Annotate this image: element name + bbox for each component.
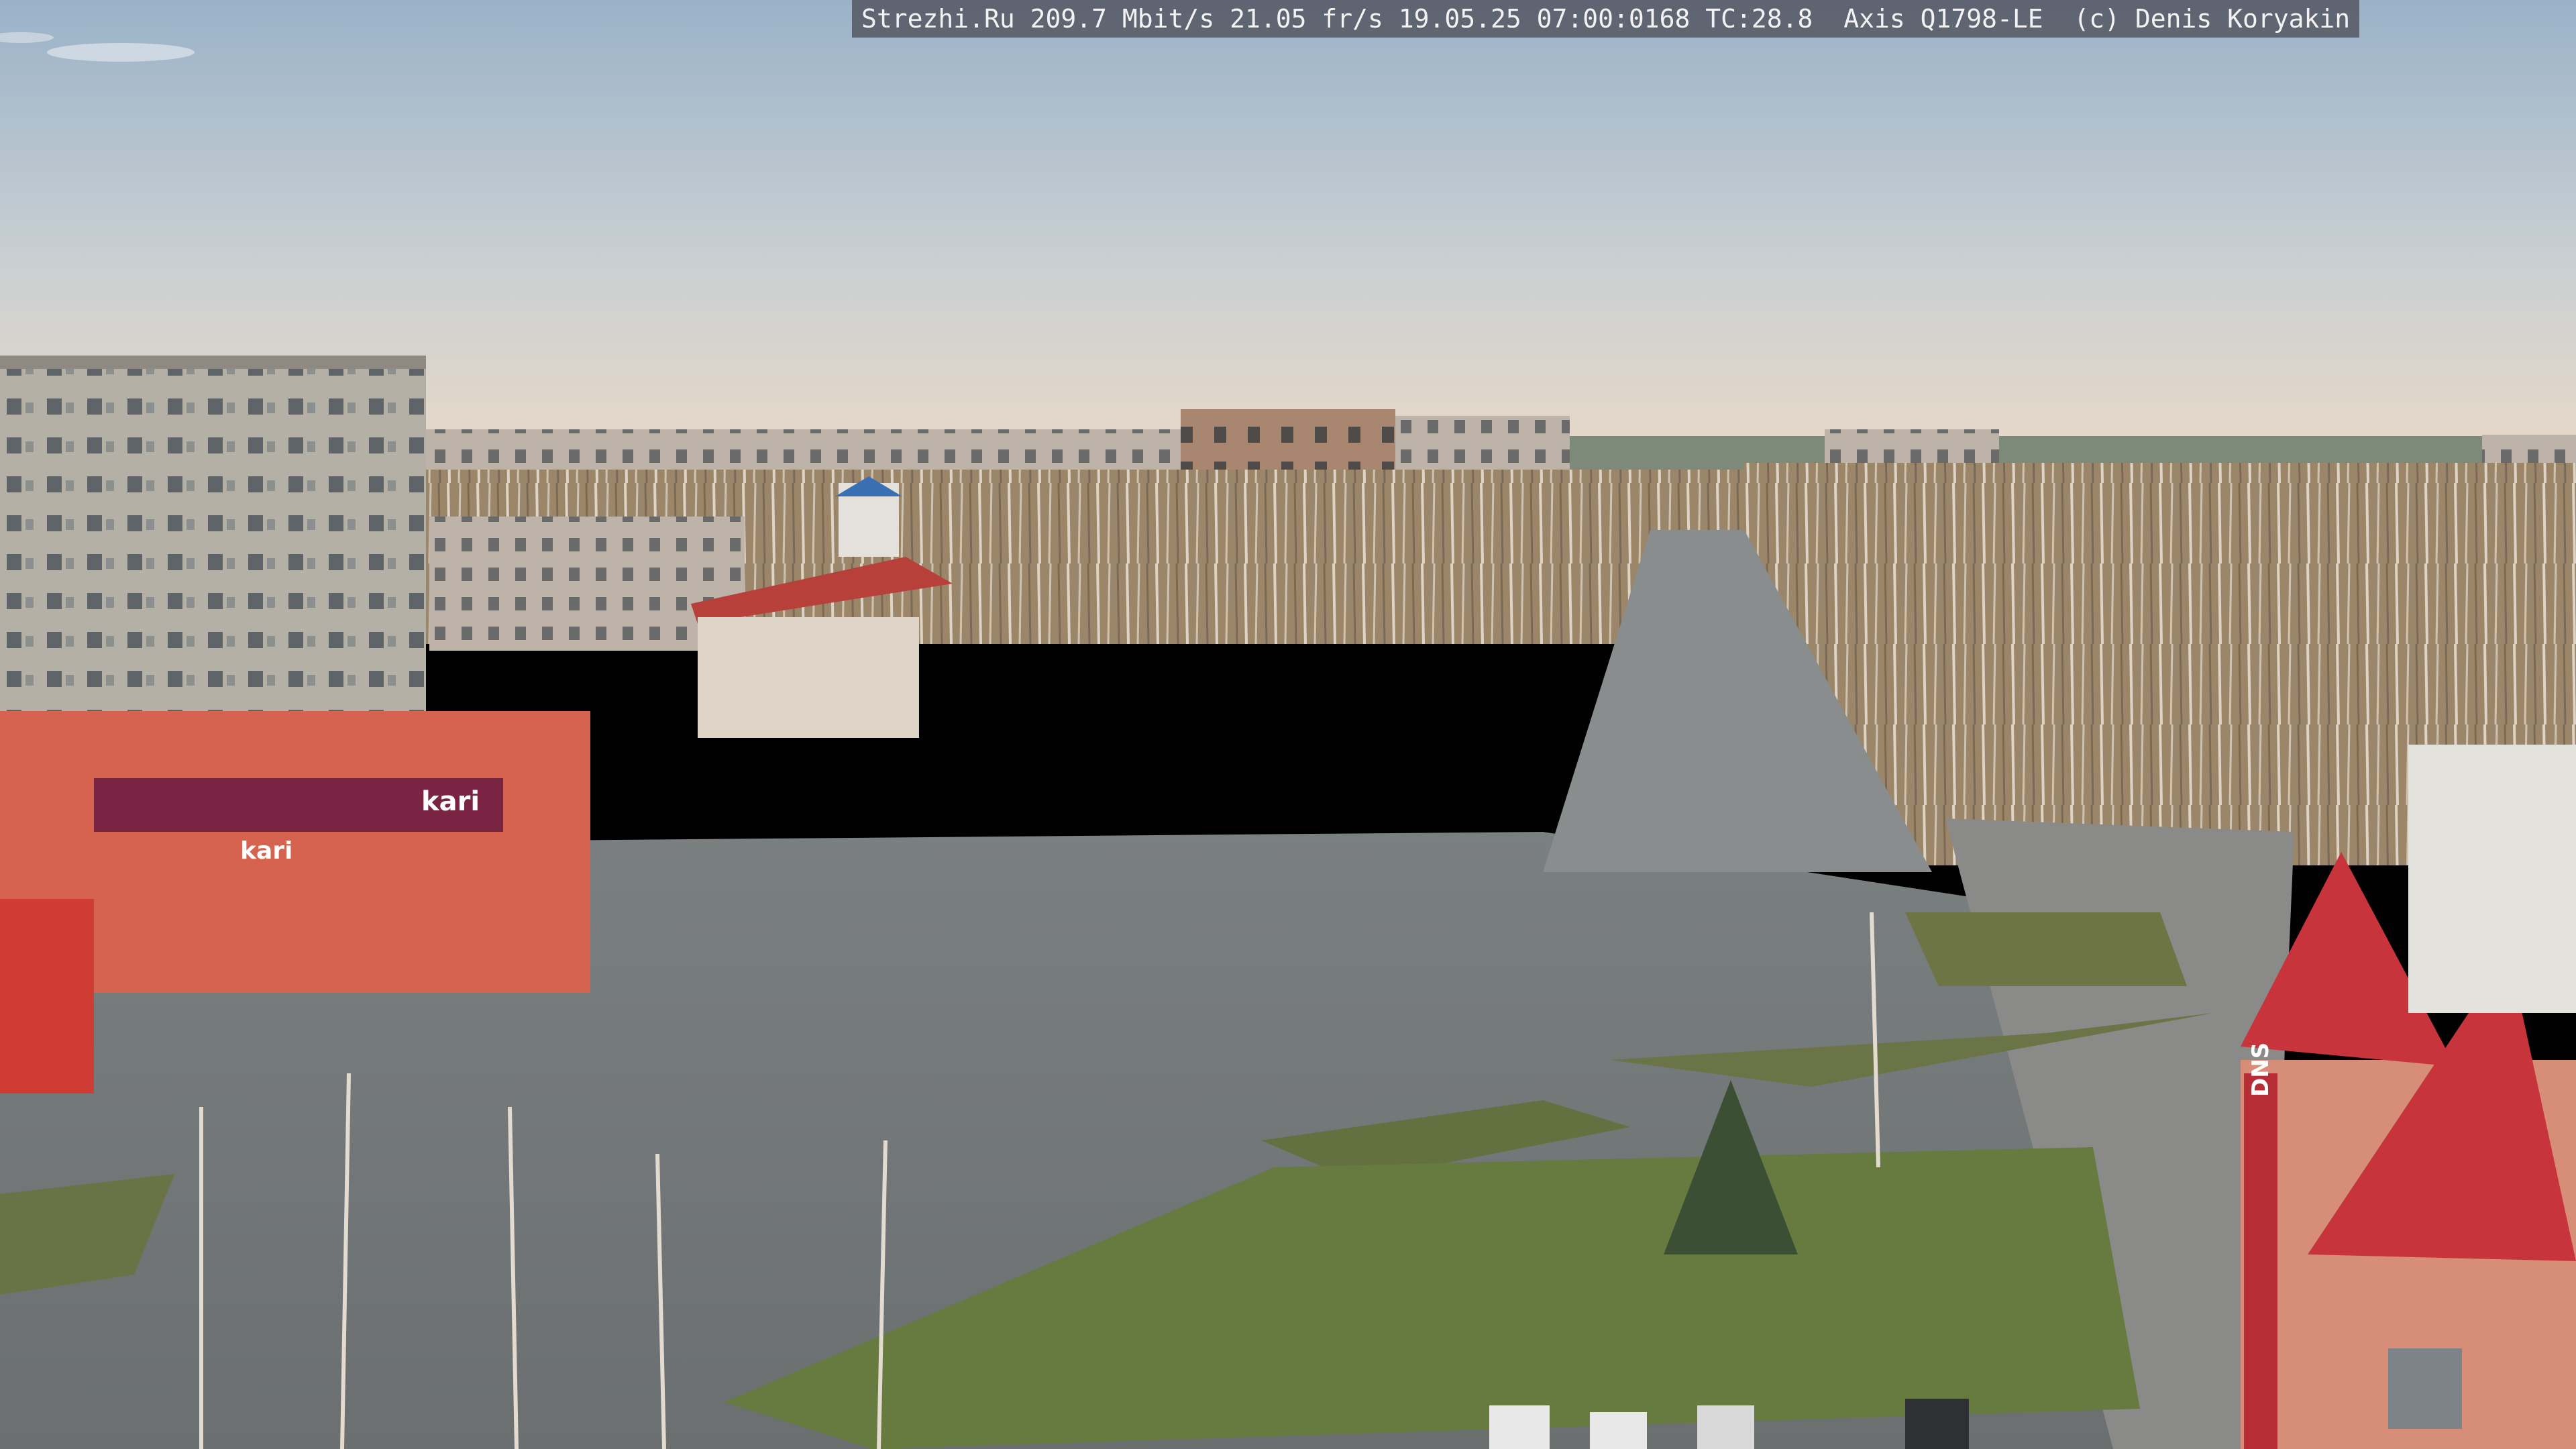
camera-overlay-text: Strezhi.Ru 209.7 Mbit/s 21.05 fr/s 19.05…	[852, 0, 2360, 38]
kari-sign-small: kari	[240, 837, 293, 865]
cloud	[47, 43, 195, 62]
red-roof-building	[698, 617, 919, 738]
webcam-scene	[0, 0, 2576, 1449]
dns-sign: DNS	[2247, 1042, 2274, 1097]
right-white-building	[2408, 745, 2576, 1013]
left-apartment-roof	[0, 356, 426, 369]
distant-building	[1825, 429, 1999, 463]
dns-window	[2388, 1348, 2462, 1429]
mid-apartment	[429, 517, 745, 651]
kari-sign-large: kari	[421, 786, 480, 817]
grass-median	[1905, 912, 2187, 986]
storefront-lower	[0, 899, 94, 1093]
dns-sign-strip	[2244, 1073, 2277, 1449]
